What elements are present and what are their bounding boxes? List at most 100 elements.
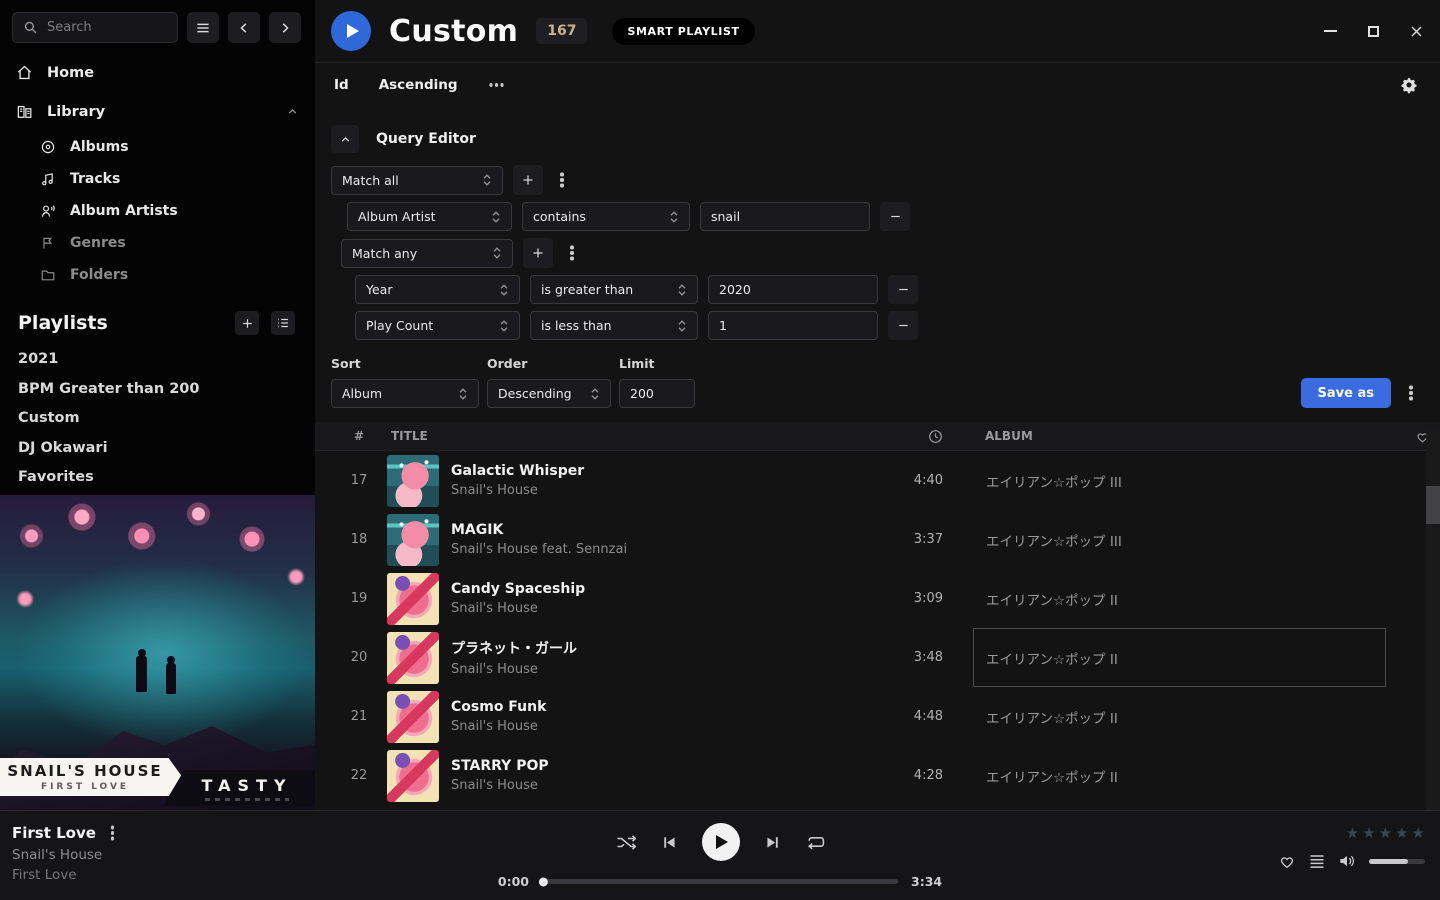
track-title[interactable]: Galactic Whisper (451, 463, 873, 479)
column-header-number[interactable]: # (331, 429, 387, 443)
track-album[interactable]: エイリアン☆ポップ II (973, 746, 1386, 805)
track-row[interactable]: 18 MAGIK Snail's House feat. Sennzai 3:3… (315, 510, 1440, 569)
now-playing-album[interactable]: First Love (12, 867, 114, 883)
order-select[interactable]: Descending (487, 379, 611, 408)
seek-bar[interactable] (542, 879, 898, 884)
column-header-favorite[interactable] (1386, 429, 1430, 444)
match-type-select[interactable]: Match any (341, 239, 513, 268)
play-pause-button[interactable] (702, 823, 740, 861)
track-title[interactable]: Candy Spaceship (451, 581, 873, 597)
minimize-button[interactable] (1322, 23, 1338, 39)
sort-field-button[interactable]: Id (334, 77, 349, 93)
now-playing-album-art[interactable]: SNAIL'S HOUSE FIRST LOVE TASTY (0, 495, 315, 810)
star-icon[interactable]: ★ (1395, 824, 1408, 842)
maximize-button[interactable] (1365, 23, 1381, 39)
track-album[interactable]: エイリアン☆ポップ II (973, 569, 1386, 628)
repeat-button[interactable] (805, 834, 825, 851)
track-artist[interactable]: Snail's House (451, 778, 873, 793)
group-options-button[interactable] (553, 165, 571, 195)
shuffle-button[interactable] (616, 834, 637, 851)
track-row[interactable]: 20 プラネット・ガール Snail's House 3:48 エイリアン☆ポッ… (315, 628, 1440, 687)
match-type-select[interactable]: Match all (331, 166, 503, 195)
rule-field-select[interactable]: Year (355, 275, 520, 304)
save-options-button[interactable] (1402, 378, 1420, 408)
rule-value-input[interactable] (708, 311, 878, 340)
track-artist[interactable]: Snail's House (451, 483, 873, 498)
track-album[interactable]: エイリアン☆ポップ II (973, 687, 1386, 746)
sidebar-item-genres[interactable]: Genres (0, 227, 315, 259)
star-icon[interactable]: ★ (1379, 824, 1392, 842)
playlist-item[interactable]: Custom (0, 404, 315, 434)
collapse-query-editor-button[interactable] (331, 125, 359, 153)
playlist-item[interactable]: 2021 (0, 345, 315, 375)
seek-handle[interactable] (539, 877, 548, 886)
search-input-wrapper[interactable] (12, 12, 178, 43)
track-row[interactable]: 22 STARRY POP Snail's House 4:28 エイリアン☆ポ… (315, 746, 1440, 805)
playlist-item[interactable]: Favorites (0, 463, 315, 493)
group-options-button[interactable] (563, 238, 581, 268)
limit-input[interactable] (619, 379, 695, 408)
track-album-focused[interactable]: エイリアン☆ポップ II (973, 628, 1386, 687)
add-rule-button[interactable] (513, 165, 543, 195)
collapse-chevron-icon[interactable] (286, 105, 299, 118)
volume-slider[interactable] (1369, 859, 1425, 864)
play-playlist-button[interactable] (331, 11, 371, 51)
track-artist[interactable]: Snail's House feat. Sennzai (451, 542, 873, 557)
sort-select[interactable]: Album (331, 379, 479, 408)
settings-button[interactable] (1400, 76, 1418, 94)
forward-button[interactable] (269, 12, 301, 43)
track-row[interactable]: 19 Candy Spaceship Snail's House 3:09 エイ… (315, 569, 1440, 628)
close-button[interactable] (1408, 23, 1424, 39)
menu-button[interactable] (187, 12, 219, 43)
rule-value-input[interactable] (708, 275, 878, 304)
rule-operator-select[interactable]: contains (522, 202, 690, 231)
star-icon[interactable]: ★ (1362, 824, 1375, 842)
queue-button[interactable] (1309, 854, 1325, 869)
next-track-button[interactable] (765, 835, 780, 850)
track-artist[interactable]: Snail's House (451, 719, 873, 734)
track-row[interactable]: 21 Cosmo Funk Snail's House 4:48 エイリアン☆ポ… (315, 687, 1440, 746)
now-playing-options-button[interactable] (111, 831, 114, 834)
star-icon[interactable]: ★ (1412, 824, 1425, 842)
playlist-item[interactable]: DJ Okawari (0, 434, 315, 464)
rule-operator-select[interactable]: is greater than (530, 275, 698, 304)
column-header-album[interactable]: ALBUM (973, 429, 1386, 443)
sidebar-item-home[interactable]: Home (0, 53, 315, 92)
sidebar-item-albums[interactable]: Albums (0, 131, 315, 163)
volume-button[interactable] (1338, 853, 1356, 869)
more-options-button[interactable] (488, 70, 506, 100)
now-playing-artist[interactable]: Snail's House (12, 847, 114, 863)
playlist-list-button[interactable] (271, 311, 295, 335)
star-icon[interactable]: ★ (1346, 824, 1359, 842)
sidebar-item-folders[interactable]: Folders (0, 259, 315, 291)
sidebar-item-album-artists[interactable]: Album Artists (0, 195, 315, 227)
track-title[interactable]: Cosmo Funk (451, 699, 873, 715)
sidebar-item-tracks[interactable]: Tracks (0, 163, 315, 195)
track-artist[interactable]: Snail's House (451, 601, 873, 616)
sort-order-button[interactable]: Ascending (379, 77, 458, 93)
now-playing-title[interactable]: First Love (12, 824, 96, 842)
track-title[interactable]: MAGIK (451, 522, 873, 538)
previous-track-button[interactable] (662, 835, 677, 850)
remove-rule-button[interactable] (888, 275, 918, 304)
rule-value-input[interactable] (700, 202, 870, 231)
rule-operator-select[interactable]: is less than (530, 311, 698, 340)
add-rule-button[interactable] (523, 238, 553, 268)
rule-field-select[interactable]: Play Count (355, 311, 520, 340)
add-playlist-button[interactable] (235, 311, 259, 335)
column-header-title[interactable]: TITLE (387, 429, 873, 443)
favorite-button[interactable] (1278, 852, 1296, 870)
remove-rule-button[interactable] (888, 311, 918, 340)
track-title[interactable]: プラネット・ガール (451, 638, 873, 658)
scrollbar-thumb[interactable] (1426, 486, 1440, 524)
track-title[interactable]: STARRY POP (451, 758, 873, 774)
sidebar-item-library[interactable]: Library (0, 92, 315, 131)
rule-field-select[interactable]: Album Artist (347, 202, 512, 231)
scrollbar-track[interactable] (1426, 430, 1440, 810)
save-as-button[interactable]: Save as (1301, 378, 1391, 408)
track-artist[interactable]: Snail's House (451, 662, 873, 677)
track-row[interactable]: 17 Galactic Whisper Snail's House 4:40 エ… (315, 451, 1440, 510)
track-album[interactable]: エイリアン☆ポップ III (973, 510, 1386, 569)
back-button[interactable] (228, 12, 260, 43)
column-header-duration[interactable] (873, 429, 943, 444)
